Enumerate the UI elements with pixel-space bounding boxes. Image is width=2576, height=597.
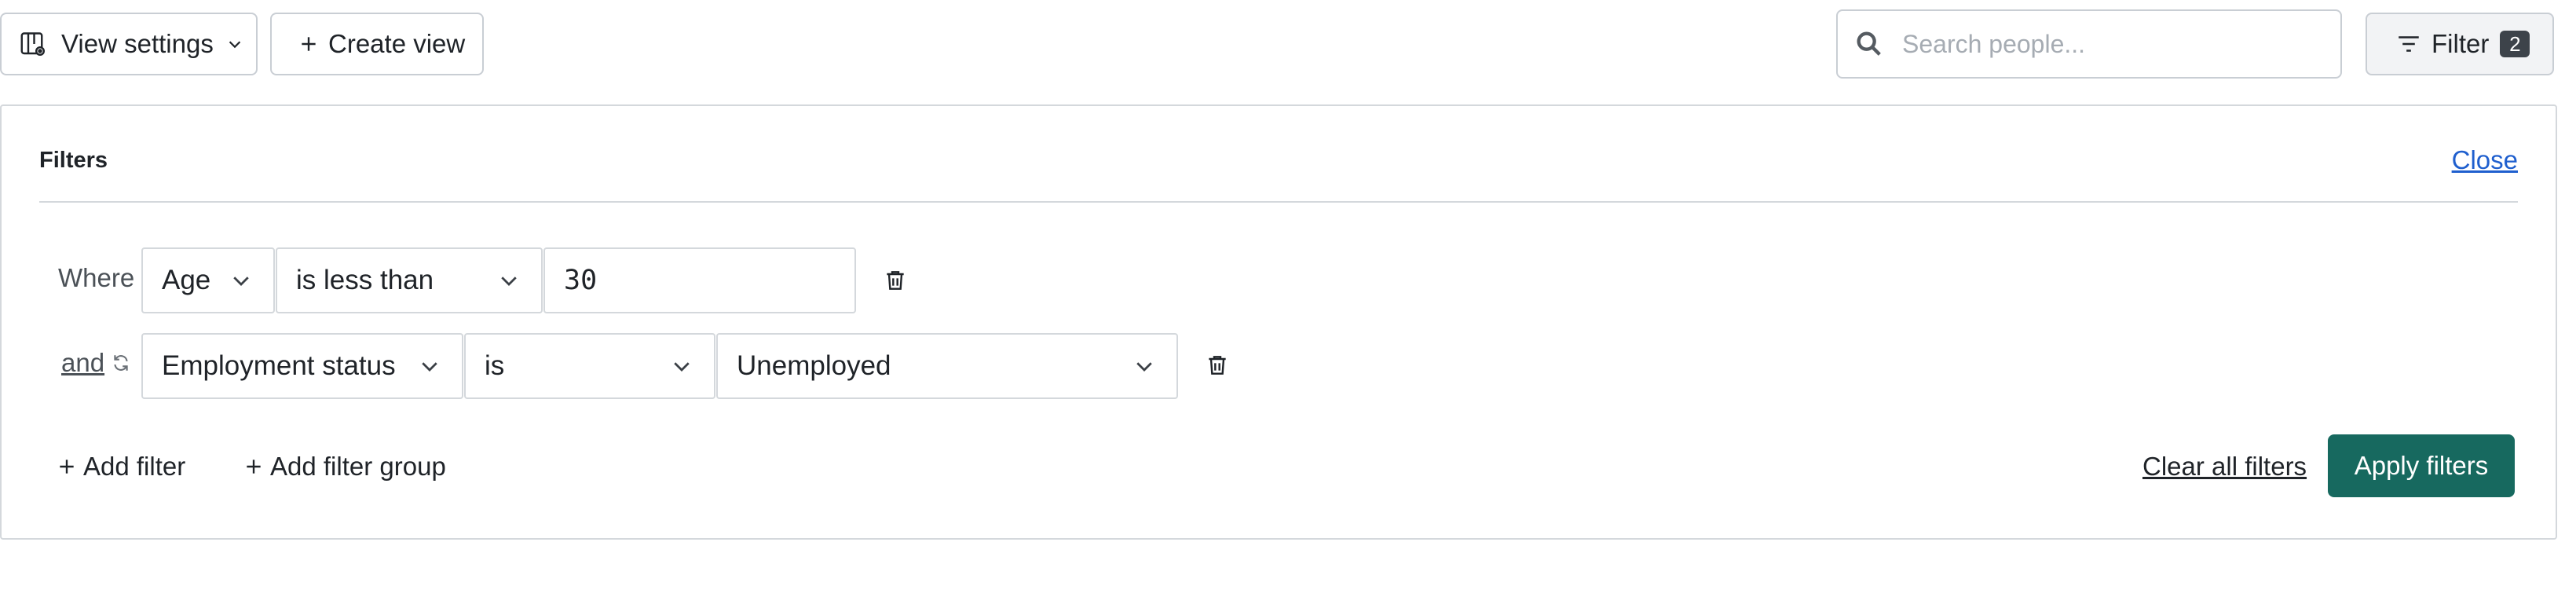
filter-row-2-delete-button[interactable] xyxy=(1200,348,1235,383)
search-input[interactable] xyxy=(1901,28,2312,60)
plus-icon xyxy=(298,34,319,54)
close-link[interactable]: Close xyxy=(2452,145,2518,175)
search-icon xyxy=(1853,28,1885,60)
operator-select-value: is xyxy=(485,350,505,381)
filters-panel: Filters Close Where Age is less than 30 xyxy=(0,104,2557,540)
create-view-label: Create view xyxy=(328,29,466,58)
filter-row-1-delete-button[interactable] xyxy=(878,263,913,298)
field-select-value: Age xyxy=(162,265,211,295)
filter-count-badge: 2 xyxy=(2500,31,2530,57)
search-box[interactable] xyxy=(1836,9,2342,79)
divider xyxy=(39,201,2518,203)
filter-row-1-field-select[interactable]: Age xyxy=(141,247,275,313)
trash-icon xyxy=(883,268,908,293)
chevron-down-icon xyxy=(418,354,441,378)
view-settings-button[interactable]: View settings xyxy=(0,13,258,75)
add-filter-button[interactable]: Add filter xyxy=(57,452,185,482)
create-view-button[interactable]: Create view xyxy=(270,13,484,75)
value-select-value: Unemployed xyxy=(737,350,891,381)
filter-row-1-connector: Where xyxy=(58,263,135,292)
filter-row-2-operator-select[interactable]: is xyxy=(464,333,715,399)
chevron-down-icon xyxy=(1132,354,1156,378)
filter-row-2-field-select[interactable]: Employment status xyxy=(141,333,463,399)
filter-button[interactable]: Filter 2 xyxy=(2366,13,2554,75)
layout-settings-icon xyxy=(19,30,47,58)
plus-icon xyxy=(243,456,264,477)
clear-all-filters-link[interactable]: Clear all filters xyxy=(2142,452,2307,482)
add-filter-label: Add filter xyxy=(83,452,186,481)
field-select-value: Employment status xyxy=(162,350,396,381)
view-settings-label: View settings xyxy=(61,29,214,58)
value-input-text: 30 xyxy=(564,265,598,296)
panel-title: Filters xyxy=(39,148,108,173)
filter-row-2-connector-group[interactable]: and xyxy=(61,348,131,378)
apply-filters-button[interactable]: Apply filters xyxy=(2328,434,2515,497)
trash-icon xyxy=(1205,353,1230,378)
filter-row-1-value-input[interactable]: 30 xyxy=(543,247,856,313)
filter-row-2-connector[interactable]: and xyxy=(61,348,104,378)
add-filter-group-button[interactable]: Add filter group xyxy=(243,452,446,482)
plus-icon xyxy=(57,456,77,477)
clear-all-filters-label: Clear all filters xyxy=(2142,452,2307,481)
filter-row-2-value-select[interactable]: Unemployed xyxy=(716,333,1178,399)
chevron-down-icon xyxy=(670,354,693,378)
filter-lines-icon xyxy=(2395,31,2422,57)
chevron-down-icon xyxy=(226,35,243,53)
filter-row-1-operator-select[interactable]: is less than xyxy=(276,247,543,313)
filter-label: Filter xyxy=(2431,29,2490,58)
operator-select-value: is less than xyxy=(296,265,434,295)
add-filter-group-label: Add filter group xyxy=(270,452,446,481)
chevron-down-icon xyxy=(497,269,521,292)
chevron-down-icon xyxy=(229,269,253,292)
swap-icon[interactable] xyxy=(111,353,131,373)
